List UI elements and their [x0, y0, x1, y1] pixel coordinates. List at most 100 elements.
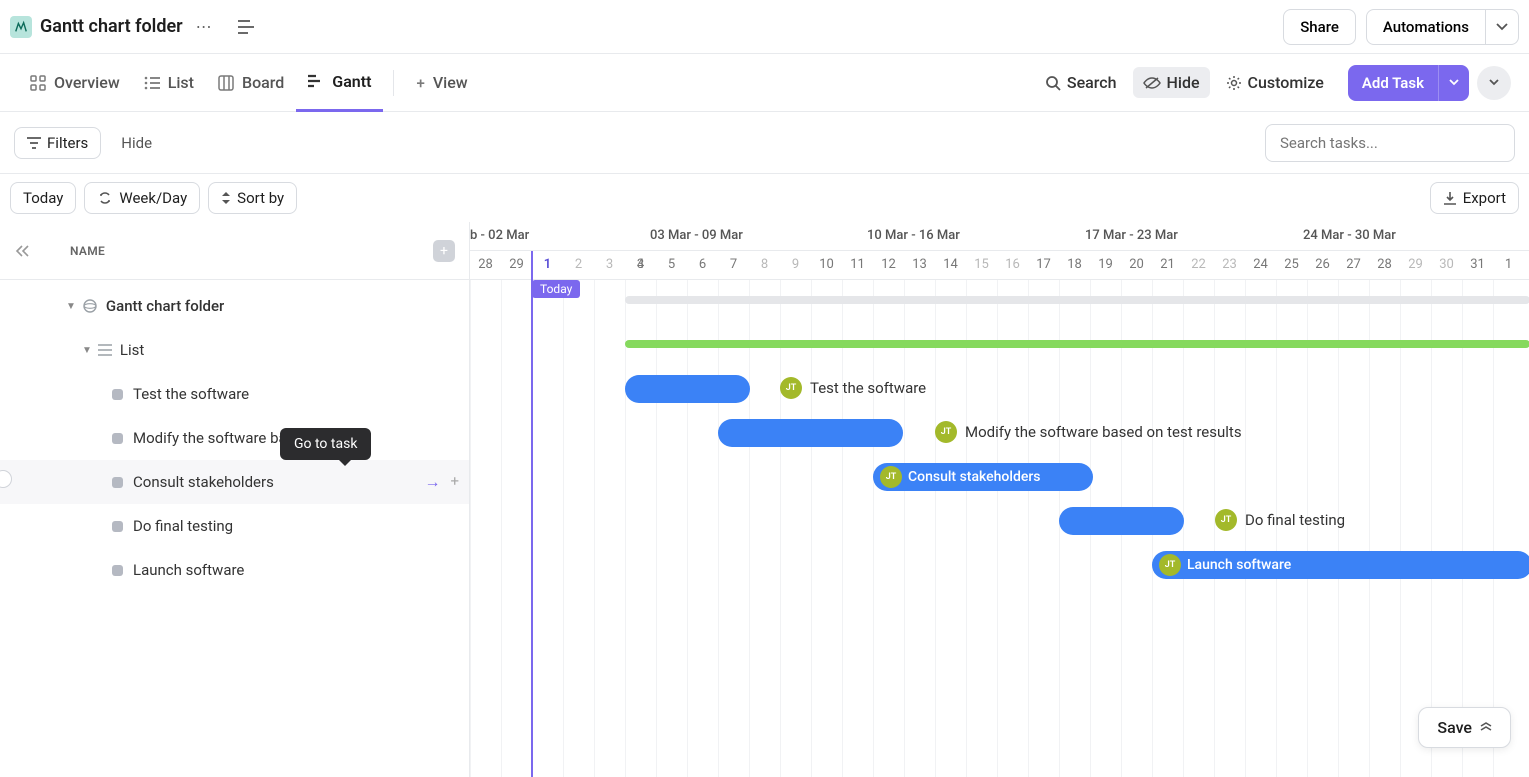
tree-task-label: Test the software — [133, 385, 249, 403]
tree-list-label: List — [120, 341, 144, 359]
plus-icon: + — [416, 74, 424, 92]
day-label: 25 — [1276, 257, 1307, 272]
day-label: 12 — [873, 257, 904, 272]
task-name: Launch software — [1187, 557, 1291, 573]
search-input[interactable] — [1265, 124, 1515, 162]
task-bar[interactable] — [718, 419, 903, 447]
day-label: 28 — [470, 257, 501, 272]
tree-task[interactable]: Test the software — [0, 372, 469, 416]
download-icon — [1443, 191, 1457, 205]
tab-gantt-label: Gantt — [332, 72, 371, 91]
status-icon — [112, 477, 123, 488]
tab-overview[interactable]: Overview — [18, 54, 132, 112]
hide-action[interactable]: Hide — [1133, 67, 1210, 98]
add-task-button[interactable]: Add Task — [1348, 65, 1438, 101]
hide-label: Hide — [1167, 73, 1200, 92]
list-icon — [144, 76, 160, 90]
day-label: 20 — [1121, 257, 1152, 272]
task-bar[interactable]: JT Launch software — [1152, 551, 1529, 579]
list-group-bar[interactable] — [625, 340, 1529, 348]
tree-task[interactable]: Launch software — [0, 548, 469, 592]
chevron-up-icon — [1480, 722, 1492, 734]
export-label: Export — [1463, 189, 1506, 207]
task-name: Modify the software based on test result… — [965, 423, 1242, 441]
save-button[interactable]: Save — [1418, 707, 1511, 748]
day-label: 3 — [594, 257, 625, 272]
tree-folder-label: Gantt chart folder — [106, 297, 224, 315]
add-view-label: View — [433, 73, 468, 92]
day-label: 11 — [842, 257, 873, 272]
list-icon — [98, 344, 112, 356]
expand-button[interactable] — [1477, 66, 1511, 100]
search-action[interactable]: Search — [1035, 67, 1127, 98]
more-icon[interactable]: ⋯ — [189, 12, 219, 42]
day-label: 29 — [1400, 257, 1431, 272]
page-title: Gantt chart folder — [40, 16, 183, 37]
tree-folder[interactable]: ▼ Gantt chart folder — [0, 284, 469, 328]
add-task-dropdown-button[interactable] — [1438, 65, 1469, 101]
today-pill: Today — [532, 280, 580, 298]
customize-action[interactable]: Customize — [1216, 67, 1334, 98]
add-view-button[interactable]: + View — [404, 54, 479, 112]
tree-task[interactable]: Modify the software based on test result… — [0, 416, 310, 460]
zoom-button[interactable]: Week/Day — [84, 182, 200, 214]
tab-gantt[interactable]: Gantt — [296, 54, 383, 112]
tooltip: Go to task — [280, 428, 371, 460]
export-button[interactable]: Export — [1430, 182, 1519, 214]
share-button[interactable]: Share — [1283, 9, 1356, 45]
gridlines — [470, 280, 1529, 777]
task-bar-label: JT Modify the software based on test res… — [935, 421, 1242, 443]
task-bar[interactable]: JT Consult stakeholders — [873, 463, 1093, 491]
collapse-sidebar-icon[interactable] — [14, 245, 30, 257]
search-icon — [1045, 75, 1061, 91]
day-label: 8 — [749, 257, 780, 272]
tree-task[interactable]: Consult stakeholders → + — [0, 460, 469, 504]
assignee-avatar: JT — [780, 377, 802, 399]
automations-dropdown-button[interactable] — [1486, 9, 1519, 45]
day-label: 27 — [1338, 257, 1369, 272]
search-label: Search — [1067, 73, 1117, 92]
hide-filters-link[interactable]: Hide — [121, 134, 152, 152]
day-label: 18 — [1059, 257, 1090, 272]
status-icon — [112, 433, 123, 444]
week-label: 10 Mar - 16 Mar — [867, 228, 960, 243]
sort-button[interactable]: Sort by — [208, 182, 297, 214]
zoom-label: Week/Day — [119, 189, 187, 207]
status-icon — [112, 565, 123, 576]
day-label: 31 — [1462, 257, 1493, 272]
caret-down-icon[interactable]: ▼ — [82, 345, 92, 356]
collapse-icon[interactable] — [231, 12, 261, 42]
goto-task-icon[interactable]: → — [424, 472, 440, 492]
task-bar-label: JT Test the software — [780, 377, 926, 399]
task-bar[interactable] — [1059, 507, 1184, 535]
day-label: 7 — [718, 257, 749, 272]
status-icon — [112, 521, 123, 532]
gear-icon — [1226, 75, 1242, 91]
filters-button[interactable]: Filters — [14, 127, 101, 159]
day-label: 6 — [687, 257, 718, 272]
folder-icon — [10, 16, 32, 38]
week-label: 17 Mar - 23 Mar — [1085, 228, 1178, 243]
automations-button[interactable]: Automations — [1366, 9, 1486, 45]
day-label: 15 — [966, 257, 997, 272]
add-subtask-icon[interactable]: + — [450, 472, 459, 492]
day-label: 23 — [1214, 257, 1245, 272]
tree-task[interactable]: Do final testing — [0, 504, 469, 548]
customize-label: Customize — [1248, 73, 1324, 92]
board-icon — [218, 75, 234, 91]
day-label: 24 — [1245, 257, 1276, 272]
day-label: 13 — [904, 257, 935, 272]
eye-off-icon — [1143, 76, 1161, 90]
caret-down-icon[interactable]: ▼ — [66, 301, 76, 312]
today-marker — [531, 251, 533, 777]
add-column-button[interactable]: + — [433, 240, 455, 262]
tree-list[interactable]: ▼ List — [0, 328, 469, 372]
tab-list[interactable]: List — [132, 54, 206, 112]
today-button[interactable]: Today — [10, 182, 76, 214]
zoom-icon — [97, 191, 113, 205]
day-label: 1 — [1493, 257, 1524, 272]
tab-board[interactable]: Board — [206, 54, 296, 112]
task-bar[interactable] — [625, 375, 750, 403]
folder-summary-bar[interactable] — [625, 296, 1529, 304]
assignee-avatar: JT — [935, 421, 957, 443]
